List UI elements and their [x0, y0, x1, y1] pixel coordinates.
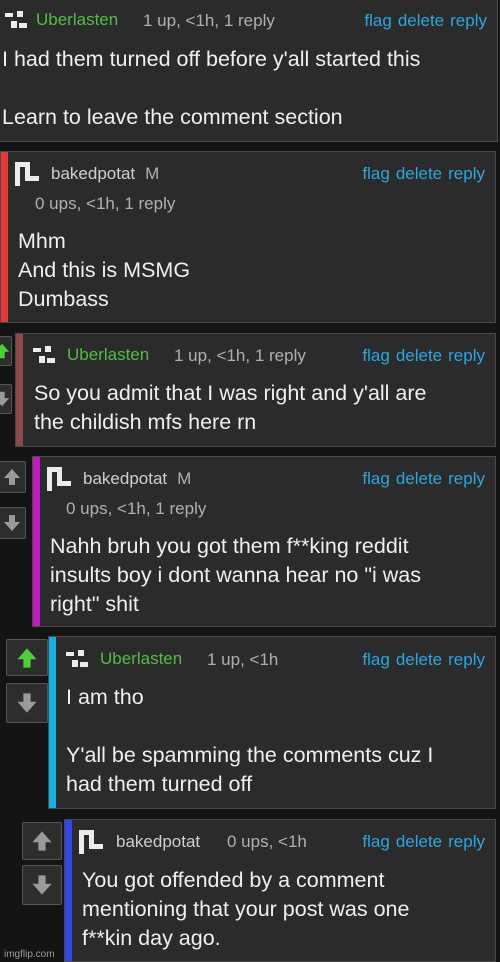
mod-badge: M [145, 164, 160, 183]
arrow-down-icon [4, 515, 20, 531]
comment-actions: flag delete reply [356, 832, 485, 852]
downvote-button[interactable] [22, 865, 62, 905]
delete-link[interactable]: delete [396, 164, 442, 183]
comment-3: Uberlasten 1 up, <1h, 1 reply flag delete… [15, 333, 496, 447]
reply-link[interactable]: reply [448, 469, 485, 488]
downvote-button[interactable] [0, 507, 26, 539]
comment-actions: flag delete reply [356, 164, 485, 184]
comment-4: bakedpotat M 0 ups, <1h, 1 reply flag dele… [32, 456, 496, 627]
flag-link[interactable]: flag [362, 832, 389, 851]
downvote-button[interactable] [6, 683, 48, 723]
upvote-button[interactable] [0, 336, 12, 366]
delete-link[interactable]: delete [398, 11, 444, 30]
comment-actions: flag delete reply [356, 469, 485, 489]
flag-link[interactable]: flag [362, 164, 389, 183]
comment-meta: 0 ups, <1h [227, 832, 307, 851]
mod-badge: M [177, 469, 192, 488]
comment-meta: 0 ups, <1h, 1 reply [35, 194, 176, 213]
comment-body: Mhm And this is MSMG Dumbass [18, 229, 191, 311]
username[interactable]: bakedpotat M [83, 469, 191, 489]
watermark: imgflip.com [4, 949, 55, 960]
comment-2: bakedpotat M 0 ups, <1h, 1 reply flag dele… [0, 151, 496, 323]
thread-level-bar [1, 152, 8, 322]
comment-meta: 1 up, <1h, 1 reply [143, 11, 275, 30]
delete-link[interactable]: delete [396, 346, 442, 365]
thread-level-bar [16, 334, 23, 446]
arrow-down-icon [17, 693, 37, 713]
flag-link[interactable]: flag [364, 11, 391, 30]
comment-body: I am tho Y'all be spamming the comments … [66, 685, 434, 796]
arrow-up-icon [4, 469, 20, 485]
avatar[interactable] [47, 467, 71, 491]
username[interactable]: Uberlasten [36, 10, 118, 30]
arrow-up-icon [17, 647, 37, 668]
thread-level-bar [49, 637, 56, 808]
comment-5: Uberlasten 1 up, <1h flag delete reply I a… [48, 636, 496, 809]
avatar[interactable] [33, 343, 57, 367]
upvote-button[interactable] [0, 461, 26, 493]
comment-meta: 1 up, <1h [207, 650, 279, 669]
reply-link[interactable]: reply [448, 346, 485, 365]
username[interactable]: Uberlasten [100, 649, 182, 669]
username[interactable]: Uberlasten [67, 345, 149, 365]
delete-link[interactable]: delete [396, 650, 442, 669]
flag-link[interactable]: flag [362, 469, 389, 488]
avatar[interactable] [79, 830, 103, 854]
downvote-button[interactable] [0, 384, 12, 414]
arrow-down-icon [32, 875, 52, 895]
delete-link[interactable]: delete [396, 832, 442, 851]
comment-actions: flag delete reply [358, 11, 487, 31]
avatar[interactable] [66, 647, 90, 671]
comment-actions: flag delete reply [356, 650, 485, 670]
comment-body: So you admit that I was right and y'all … [34, 381, 427, 434]
avatar[interactable] [15, 162, 39, 186]
comment-1: Uberlasten 1 up, <1h, 1 reply flag delete… [0, 0, 498, 142]
avatar[interactable] [5, 8, 29, 32]
comment-meta: 0 ups, <1h, 1 reply [66, 499, 207, 518]
comment-actions: flag delete reply [356, 346, 485, 366]
arrow-up-icon [0, 343, 10, 359]
thread-level-bar [33, 457, 40, 626]
comment-body: You got offended by a comment mentioning… [82, 868, 410, 950]
reply-link[interactable]: reply [448, 832, 485, 851]
arrow-down-icon [0, 391, 10, 407]
upvote-button[interactable] [22, 822, 62, 860]
comment-body: I had them turned off before y'all start… [2, 47, 421, 129]
reply-link[interactable]: reply [448, 650, 485, 669]
upvote-button[interactable] [6, 639, 48, 676]
comment-body: Nahh bruh you got them f**king reddit in… [50, 534, 421, 616]
flag-link[interactable]: flag [362, 346, 389, 365]
comment-meta: 1 up, <1h, 1 reply [174, 346, 306, 365]
reply-link[interactable]: reply [448, 164, 485, 183]
flag-link[interactable]: flag [362, 650, 389, 669]
thread-level-bar [65, 820, 72, 961]
arrow-up-icon [32, 831, 52, 851]
username[interactable]: bakedpotat [116, 832, 200, 852]
reply-link[interactable]: reply [450, 11, 487, 30]
username[interactable]: bakedpotat M [51, 164, 159, 184]
delete-link[interactable]: delete [396, 469, 442, 488]
comment-6: bakedpotat 0 ups, <1h flag delete reply Yo… [64, 819, 496, 962]
